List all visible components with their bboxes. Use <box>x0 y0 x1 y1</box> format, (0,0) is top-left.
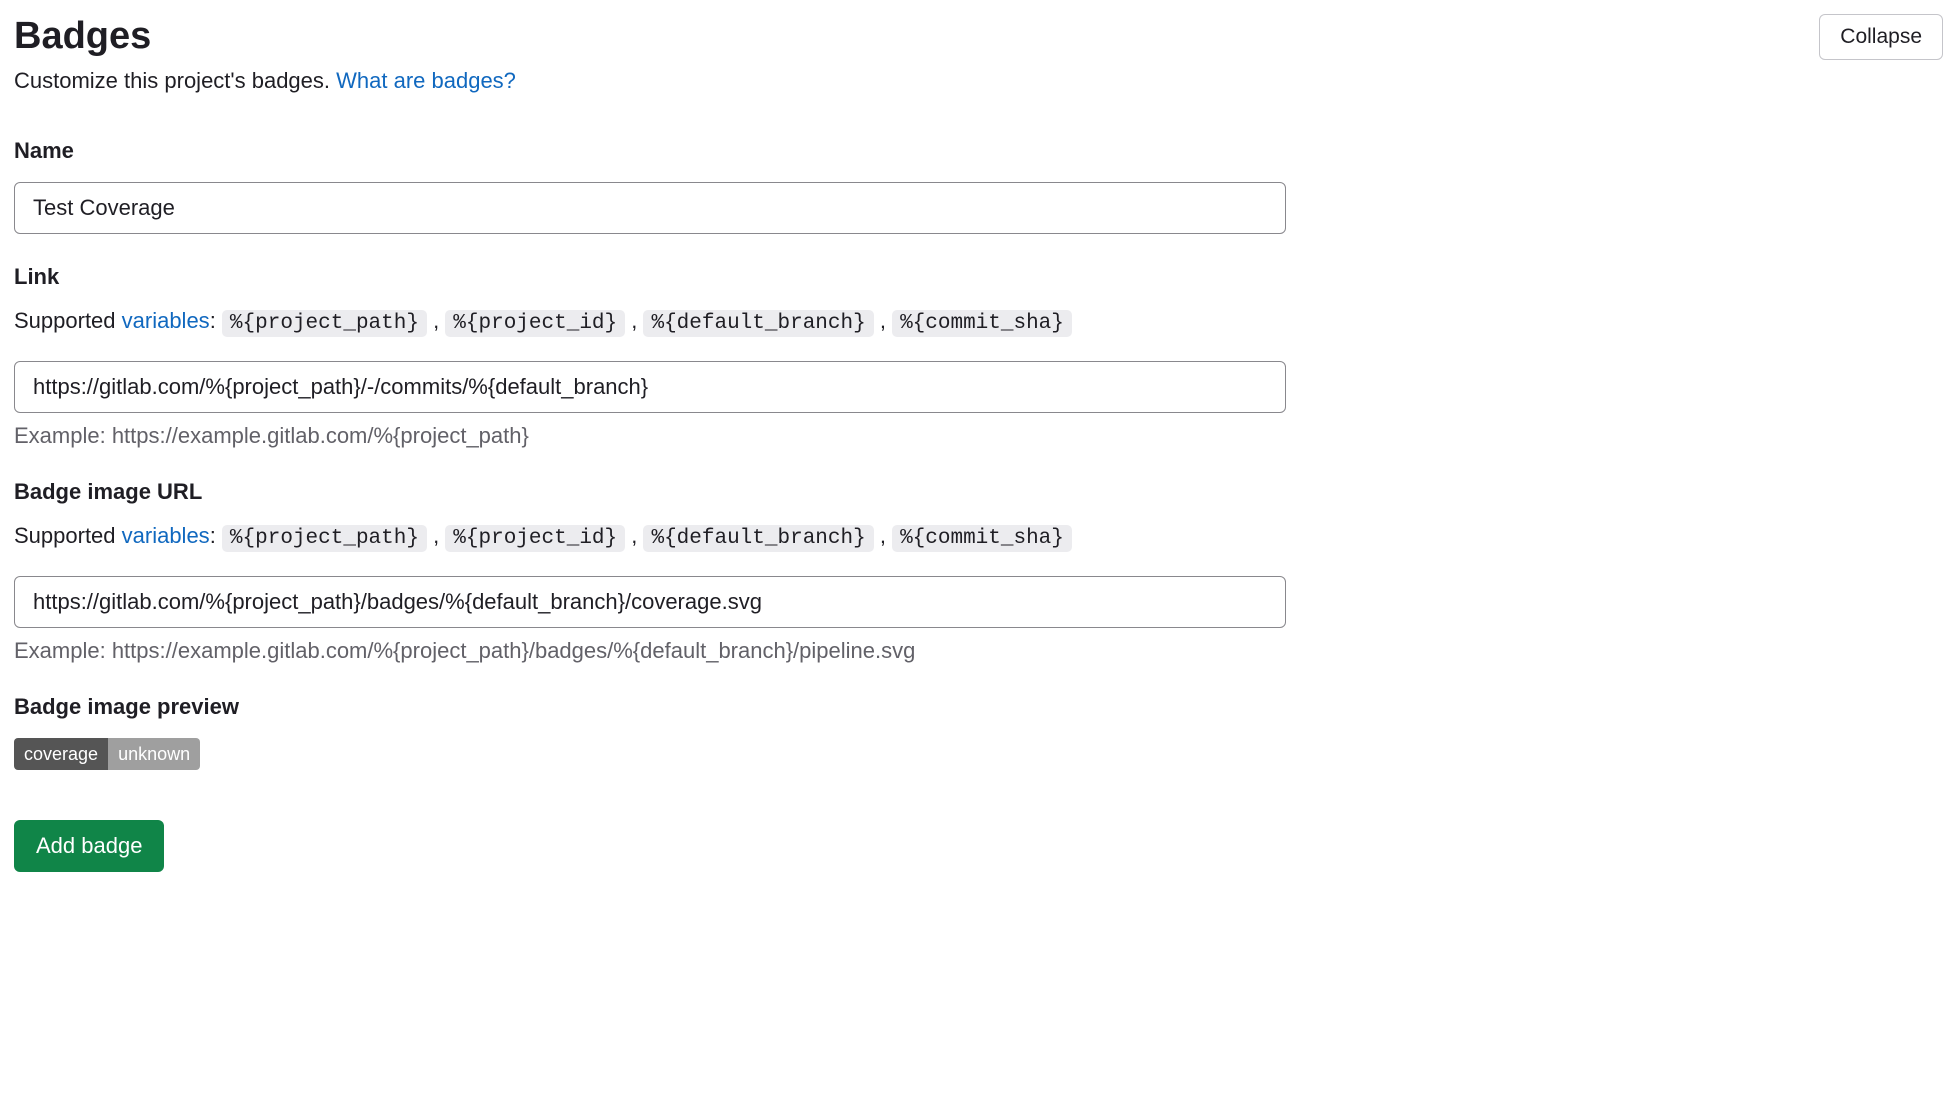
chip-separator: , <box>874 523 892 548</box>
subtitle-text: Customize this project's badges. <box>14 68 336 93</box>
preview-label: Badge image preview <box>14 694 1286 720</box>
what-are-badges-link[interactable]: What are badges? <box>336 68 516 93</box>
supported-colon: : <box>210 308 222 333</box>
variable-chip: %{project_id} <box>445 310 625 337</box>
add-badge-button[interactable]: Add badge <box>14 820 164 872</box>
name-label: Name <box>14 138 1286 164</box>
link-supported-variables: Supported variables: %{project_path} , %… <box>14 308 1286 337</box>
link-label: Link <box>14 264 1286 290</box>
supported-prefix: Supported <box>14 308 122 333</box>
section-header: Badges Collapse <box>14 14 1943 60</box>
variable-chip: %{commit_sha} <box>892 310 1072 337</box>
badge-preview-left: coverage <box>14 738 108 770</box>
name-input[interactable] <box>14 182 1286 234</box>
link-field-group: Link Supported variables: %{project_path… <box>14 264 1286 449</box>
variable-chip: %{project_path} <box>222 310 427 337</box>
image-url-field-group: Badge image URL Supported variables: %{p… <box>14 479 1286 664</box>
link-input[interactable] <box>14 361 1286 413</box>
image-url-label: Badge image URL <box>14 479 1286 505</box>
variable-chip: %{commit_sha} <box>892 525 1072 552</box>
variable-chip: %{project_id} <box>445 525 625 552</box>
chip-separator: , <box>427 523 445 548</box>
variable-chip: %{project_path} <box>222 525 427 552</box>
supported-prefix: Supported <box>14 523 122 548</box>
page-title: Badges <box>14 14 151 60</box>
badge-preview-right: unknown <box>108 738 200 770</box>
supported-colon: : <box>210 523 222 548</box>
image-url-example: Example: https://example.gitlab.com/%{pr… <box>14 638 1286 664</box>
chip-separator: , <box>625 308 643 333</box>
badge-preview-image: coverage unknown <box>14 738 200 770</box>
preview-field-group: Badge image preview coverage unknown <box>14 694 1286 770</box>
image-url-supported-variables: Supported variables: %{project_path} , %… <box>14 523 1286 552</box>
image-url-input[interactable] <box>14 576 1286 628</box>
name-field-group: Name <box>14 138 1286 234</box>
variable-chip: %{default_branch} <box>643 310 873 337</box>
badge-form: Name Link Supported variables: %{project… <box>14 138 1286 872</box>
link-example: Example: https://example.gitlab.com/%{pr… <box>14 423 1286 449</box>
variables-link[interactable]: variables <box>122 523 210 548</box>
chip-separator: , <box>427 308 445 333</box>
collapse-button[interactable]: Collapse <box>1819 14 1943 60</box>
chip-separator: , <box>874 308 892 333</box>
chip-separator: , <box>625 523 643 548</box>
section-subtitle: Customize this project's badges. What ar… <box>14 68 1943 94</box>
variable-chip: %{default_branch} <box>643 525 873 552</box>
variables-link[interactable]: variables <box>122 308 210 333</box>
